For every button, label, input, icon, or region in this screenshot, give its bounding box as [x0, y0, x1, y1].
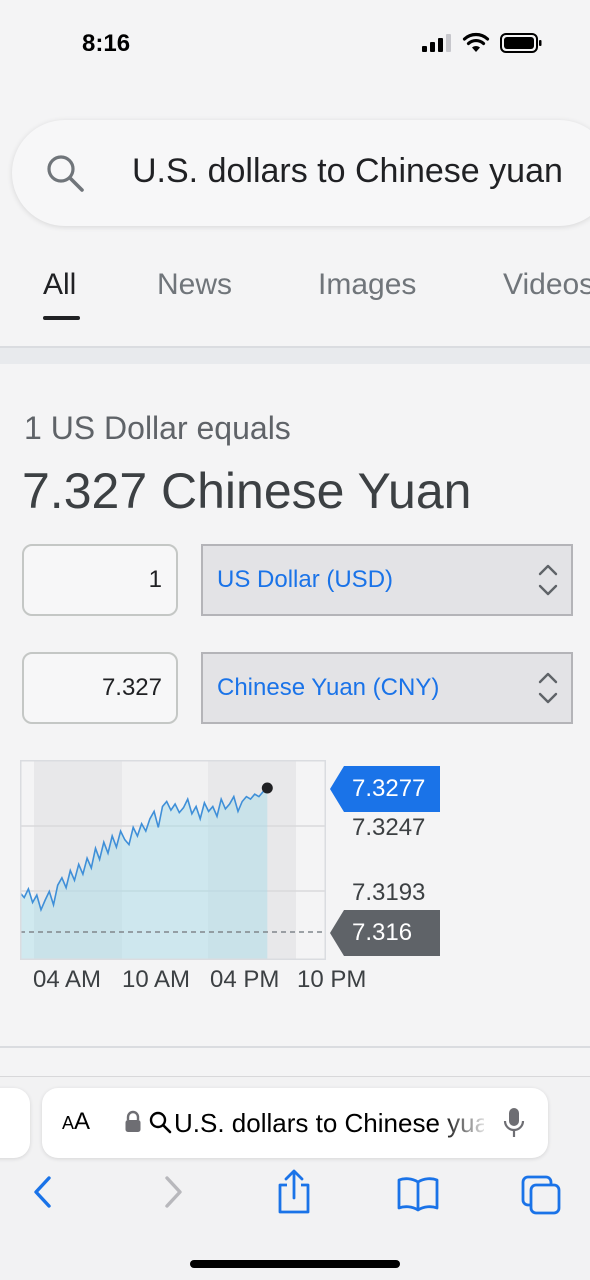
previous-tab-preview[interactable]	[0, 1088, 30, 1158]
x-tick-label: 10 PM	[297, 966, 367, 993]
conversion-result: 7.327 Chinese Yuan	[22, 463, 472, 519]
search-icon[interactable]	[44, 152, 86, 194]
tab-videos[interactable]: Videos	[503, 268, 590, 302]
from-currency-label: US Dollar (USD)	[217, 566, 394, 593]
lock-icon	[125, 1110, 141, 1132]
status-time: 8:16	[82, 30, 131, 57]
conversion-label: 1 US Dollar equals	[24, 410, 291, 446]
active-tab-indicator	[43, 316, 80, 320]
search-tabs: All News Images Videos	[0, 268, 590, 346]
cellular-signal-icon	[422, 34, 451, 52]
chart-current-point	[261, 782, 273, 794]
section-divider	[0, 346, 590, 364]
reader-text-size-button[interactable]: AA	[62, 1108, 90, 1136]
tab-news[interactable]: News	[157, 268, 232, 302]
to-currency-label: Chinese Yuan (CNY)	[217, 674, 440, 701]
search-input[interactable]: U.S. dollars to Chinese yuan	[132, 152, 563, 191]
address-bar-text[interactable]: U.S. dollars to Chinese yuan	[174, 1108, 484, 1139]
x-tick-label: 04 AM	[33, 966, 102, 993]
wifi-icon	[462, 32, 490, 52]
to-amount-input[interactable]: 7.327	[22, 652, 178, 724]
select-arrows-icon	[538, 564, 558, 596]
tabs-icon[interactable]	[520, 1174, 564, 1218]
section-divider	[0, 1046, 590, 1048]
battery-icon	[500, 33, 542, 53]
exchange-rate-chart[interactable]	[20, 760, 326, 960]
status-bar: 8:16	[0, 0, 590, 90]
bookmarks-icon[interactable]	[396, 1174, 440, 1214]
x-tick-label: 10 AM	[122, 966, 191, 993]
forward-icon[interactable]	[160, 1172, 186, 1212]
tab-all[interactable]: All	[43, 268, 76, 302]
from-currency-select[interactable]: US Dollar (USD)	[201, 544, 573, 616]
select-arrows-icon	[538, 672, 558, 704]
y-tick-label: 7.3247	[352, 814, 426, 841]
y-tick-label: 7.3193	[352, 879, 426, 906]
chart-high-badge: 7.3277	[330, 766, 440, 812]
share-icon[interactable]	[274, 1168, 314, 1216]
home-indicator	[190, 1260, 400, 1268]
back-icon[interactable]	[30, 1172, 56, 1212]
chart-low-badge: 7.316	[330, 910, 440, 956]
microphone-icon[interactable]	[502, 1106, 526, 1140]
tab-images[interactable]: Images	[318, 268, 416, 302]
x-tick-label: 04 PM	[210, 966, 280, 993]
search-icon	[149, 1111, 172, 1134]
to-currency-select[interactable]: Chinese Yuan (CNY)	[201, 652, 573, 724]
from-amount-input[interactable]: 1	[22, 544, 178, 616]
